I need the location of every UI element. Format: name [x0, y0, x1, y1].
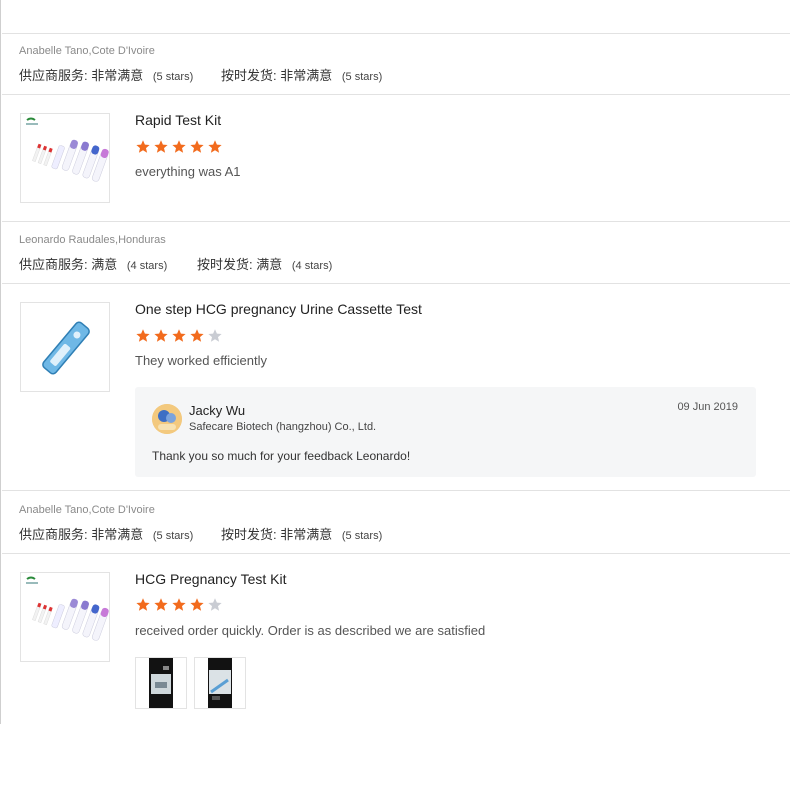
ontime-rating: 按时发货: 非常满意 (5 stars) [221, 524, 382, 543]
photo-image [149, 658, 173, 708]
product-name-link[interactable]: HCG Pregnancy Test Kit [135, 571, 286, 587]
star-filled-icon [190, 329, 204, 342]
divider [2, 221, 790, 222]
ontime-rating: 按时发货: 非常满意 (5 stars) [221, 65, 382, 84]
reviews-panel: Anabelle Tano,Cote D'Ivoire 供应商服务: 非常满意 … [0, 0, 790, 724]
supplier-service-value: 非常满意 [91, 527, 144, 542]
star-empty-icon [208, 598, 222, 611]
star-filled-icon [154, 598, 168, 611]
star-filled-icon [136, 598, 150, 611]
supplier-service-value: 非常满意 [91, 68, 144, 83]
divider [2, 283, 790, 284]
avatar-image [152, 404, 182, 434]
ontime-stars: (5 stars) [341, 530, 383, 542]
star-filled-icon [172, 329, 186, 342]
reply-date: 09 Jun 2019 [677, 401, 738, 413]
reply-author: Jacky Wu [189, 403, 246, 418]
test-kit-image [26, 117, 109, 182]
review-comment: They worked efficiently [135, 353, 267, 368]
divider [2, 94, 790, 95]
product-thumbnail[interactable] [20, 302, 110, 392]
ontime-value: 非常满意 [280, 68, 333, 83]
star-filled-icon [136, 140, 150, 153]
supplier-ratings: 供应商服务: 非常满意 (5 stars) 按时发货: 非常满意 (5 star… [19, 65, 382, 84]
reply-text: Thank you so much for your feedback Leon… [152, 449, 411, 463]
divider [2, 490, 790, 491]
cassette-image [42, 321, 90, 375]
product-thumbnail[interactable] [20, 113, 110, 203]
star-rating [135, 139, 225, 155]
review-photo-1[interactable] [135, 657, 187, 709]
ontime-stars: (5 stars) [341, 71, 383, 83]
test-kit-image [26, 576, 109, 641]
product-name-link[interactable]: One step HCG pregnancy Urine Cassette Te… [135, 301, 422, 317]
star-filled-icon [190, 140, 204, 153]
ontime-label: 按时发货: [197, 257, 253, 272]
supplier-ratings: 供应商服务: 非常满意 (5 stars) 按时发货: 非常满意 (5 star… [19, 524, 382, 543]
supplier-reply: Jacky Wu Safecare Biotech (hangzhou) Co.… [135, 387, 756, 477]
star-filled-icon [154, 140, 168, 153]
ontime-stars: (4 stars) [291, 260, 333, 272]
supplier-service-stars: (4 stars) [126, 260, 168, 272]
ontime-rating: 按时发货: 满意 (4 stars) [197, 254, 332, 273]
avatar [152, 404, 182, 434]
supplier-ratings: 供应商服务: 满意 (4 stars) 按时发货: 满意 (4 stars) [19, 254, 332, 273]
star-filled-icon [190, 598, 204, 611]
star-filled-icon [136, 329, 150, 342]
supplier-service-value: 满意 [91, 257, 118, 272]
product-thumbnail[interactable] [20, 572, 110, 662]
star-empty-icon [208, 329, 222, 342]
supplier-service-label: 供应商服务: [19, 527, 88, 542]
photo-image [208, 658, 232, 708]
divider [2, 553, 790, 554]
star-filled-icon [208, 140, 222, 153]
ontime-label: 按时发货: [221, 68, 277, 83]
buyer-name: Anabelle Tano,Cote D'Ivoire [19, 504, 155, 516]
star-filled-icon [172, 598, 186, 611]
supplier-service-label: 供应商服务: [19, 68, 88, 83]
buyer-name: Leonardo Raudales,Honduras [19, 234, 166, 246]
review-photo-2[interactable] [194, 657, 246, 709]
reply-company: Safecare Biotech (hangzhou) Co., Ltd. [189, 421, 377, 433]
star-rating [135, 328, 225, 344]
ontime-value: 非常满意 [280, 527, 333, 542]
star-filled-icon [154, 329, 168, 342]
product-name-link[interactable]: Rapid Test Kit [135, 112, 221, 128]
review-comment: received order quickly. Order is as desc… [135, 623, 486, 638]
buyer-name: Anabelle Tano,Cote D'Ivoire [19, 45, 155, 57]
supplier-service-stars: (5 stars) [152, 530, 194, 542]
review-comment: everything was A1 [135, 164, 241, 179]
supplier-service-label: 供应商服务: [19, 257, 88, 272]
star-rating [135, 597, 225, 613]
ontime-label: 按时发货: [221, 527, 277, 542]
ontime-value: 满意 [256, 257, 283, 272]
divider [2, 33, 790, 34]
star-filled-icon [172, 140, 186, 153]
supplier-service-stars: (5 stars) [152, 71, 194, 83]
